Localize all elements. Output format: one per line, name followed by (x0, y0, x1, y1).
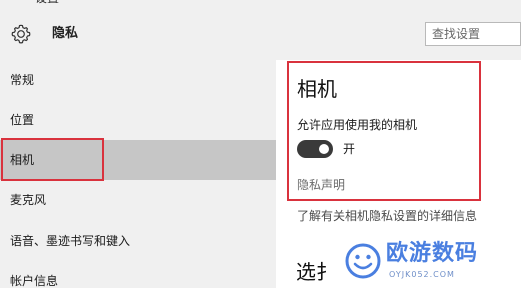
search-box[interactable] (425, 22, 521, 46)
camera-toggle[interactable] (297, 140, 333, 158)
next-section-heading: 选扌 (296, 260, 336, 284)
selection-highlight-outline (1, 138, 104, 181)
toggle-knob (319, 144, 329, 154)
sidebar-item-label: 帐户信息 (10, 274, 59, 288)
sidebar-item-label: 麦克风 (10, 193, 47, 207)
search-input[interactable] (426, 23, 520, 45)
section-heading: 相机 (297, 77, 337, 101)
sidebar-item-microphone[interactable]: 麦克风 (0, 180, 276, 220)
sidebar-item-account-info[interactable]: 帐户信息 (0, 261, 276, 288)
window-title: 设置 (35, 0, 59, 5)
sidebar-item-speech-inking-typing[interactable]: 语音、墨迹书写和键入 (0, 221, 276, 261)
watermark-name: 欧游数码 (386, 241, 479, 266)
toggle-state-label: 开 (343, 142, 356, 156)
title-bar: ← 设置 (0, 0, 521, 8)
sidebar-item-general[interactable]: 常规 (0, 60, 276, 100)
sidebar-item-label: 位置 (10, 113, 35, 127)
sidebar-item-label: 语音、墨迹书写和键入 (10, 234, 131, 248)
page-header: 隐私 (0, 8, 521, 60)
learn-more-link[interactable]: 了解有关相机隐私设置的详细信息 (297, 209, 477, 224)
watermark: 欧游数码 OYJK052.COM (343, 239, 518, 288)
page-title: 隐私 (52, 26, 79, 41)
smiley-logo-icon (345, 243, 381, 279)
gear-icon (11, 24, 31, 44)
back-arrow-icon[interactable]: ← (6, 0, 17, 5)
privacy-statement-link[interactable]: 隐私声明 (297, 178, 345, 193)
allow-camera-label: 允许应用使用我的相机 (297, 118, 418, 132)
watermark-url: OYJK052.COM (389, 270, 455, 279)
sidebar-item-location[interactable]: 位置 (0, 100, 276, 140)
sidebar-item-label: 常规 (10, 73, 35, 87)
